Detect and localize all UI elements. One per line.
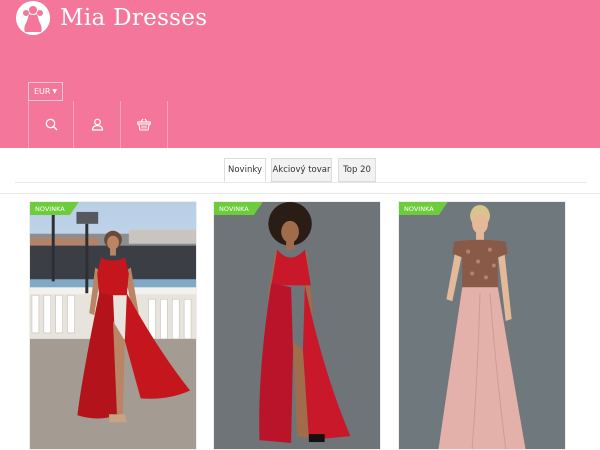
product-card[interactable]: NOVINKA (213, 201, 381, 450)
product-photo (399, 202, 565, 449)
tab-novinky[interactable]: Novinky (224, 158, 266, 182)
product-photo (30, 202, 196, 449)
caret-down-icon: ▼ (52, 88, 58, 95)
site-header: Mia Dresses EUR ▼ (0, 0, 600, 148)
tab-akciovy-tovar[interactable]: Akciový tovar (271, 158, 332, 182)
search-button[interactable] (28, 101, 74, 148)
account-button[interactable] (74, 101, 121, 148)
tab-top-20[interactable]: Top 20 (338, 158, 376, 182)
user-icon (91, 118, 103, 131)
search-icon (45, 118, 57, 131)
tabs-divider (15, 182, 586, 183)
brand-name: Mia Dresses (60, 5, 208, 31)
basket-icon (137, 118, 151, 131)
header-actions (28, 101, 168, 148)
product-card[interactable]: NOVINKA (29, 201, 197, 450)
currency-label: EUR (33, 87, 51, 96)
currency-selector[interactable]: EUR ▼ (28, 82, 63, 101)
basket-button[interactable] (121, 101, 168, 148)
product-photo (214, 202, 380, 449)
dress-logo-icon (16, 1, 50, 35)
brand-logo[interactable]: Mia Dresses (16, 0, 207, 36)
product-card[interactable]: NOVINKA (398, 201, 566, 450)
